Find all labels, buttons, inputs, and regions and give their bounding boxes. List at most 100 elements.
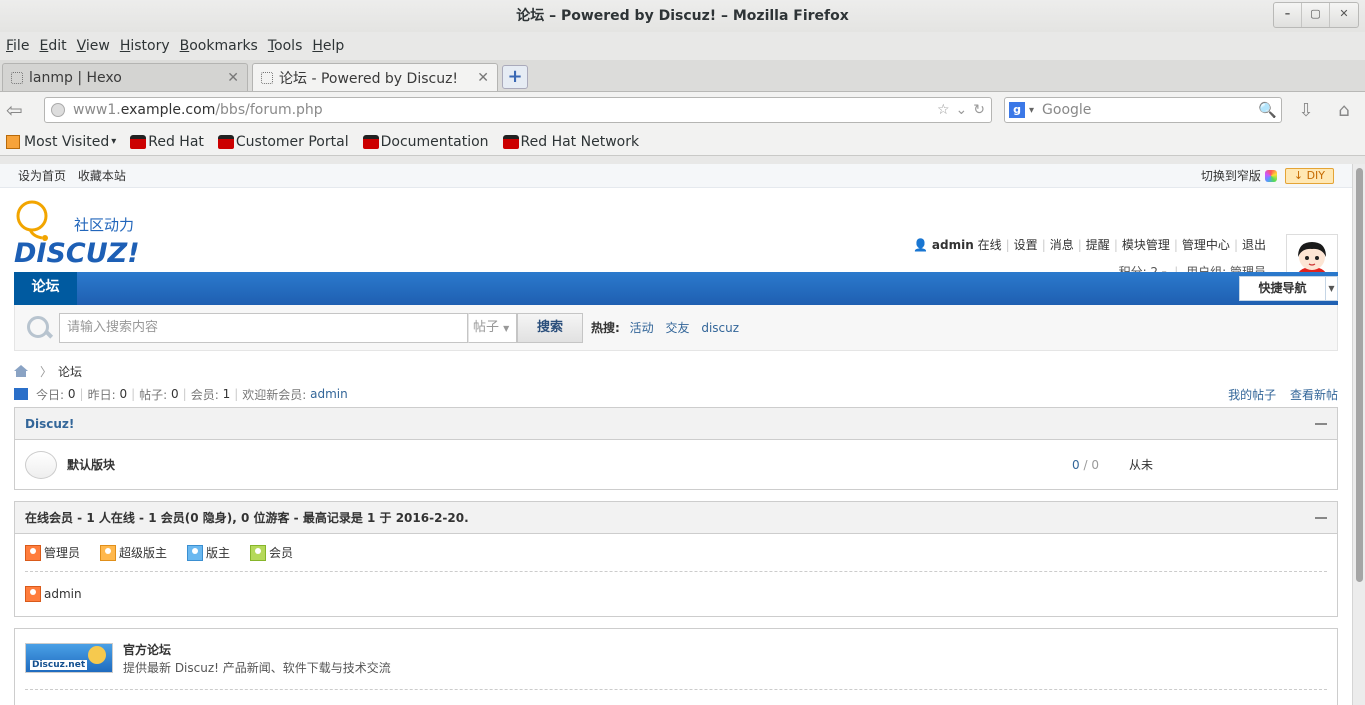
color-theme-icon[interactable] <box>1264 169 1277 182</box>
collapse-icon[interactable] <box>1315 516 1327 519</box>
home-icon[interactable] <box>14 365 28 377</box>
super-moderator-icon <box>100 544 117 561</box>
hot-searches: 热搜: 活动 交友 discuz <box>591 319 747 336</box>
bookmark-red-hat-network[interactable]: Red Hat Network <box>502 134 639 150</box>
online-member-list: admin <box>15 572 1337 616</box>
discuz-net-logo[interactable]: Discuz.net <box>25 643 113 673</box>
hot-term-link[interactable]: discuz <box>701 321 739 335</box>
menu-history[interactable]: History <box>120 38 170 54</box>
notifications-link[interactable]: 提醒 <box>1086 238 1110 252</box>
search-placeholder: Google <box>1042 102 1092 118</box>
window-titlebar: 论坛 – Powered by Discuz! – Mozilla Firefo… <box>0 0 1365 32</box>
logo-tagline: 社区动力 <box>74 216 134 234</box>
back-arrow-icon[interactable]: ⇦ <box>6 98 34 122</box>
newest-member-link[interactable]: admin <box>310 387 348 401</box>
discuz-logo[interactable]: 社区动力 DISCUZ! <box>14 200 154 269</box>
url-text[interactable]: www1.example.com/bbs/forum.php <box>73 102 931 118</box>
category-title[interactable]: Discuz! <box>25 417 74 431</box>
breadcrumb-current[interactable]: 论坛 <box>58 363 82 380</box>
close-tab-icon[interactable]: ✕ <box>227 70 239 86</box>
hot-label: 热搜: <box>591 321 620 335</box>
admin-center-link[interactable]: 管理中心 <box>1182 238 1230 252</box>
home-icon[interactable]: ⌂ <box>1330 100 1358 121</box>
top-links-bar: 设为首页 收藏本站 切换到窄版 ↓ DIY <box>0 164 1352 188</box>
search-type-select[interactable]: 帖子 ▼ <box>468 312 517 343</box>
menu-bookmarks[interactable]: Bookmarks <box>180 38 258 54</box>
navigation-toolbar: ⇦ www1.example.com/bbs/forum.php ☆ ⌄ ↻ g… <box>0 92 1365 128</box>
chevron-down-icon: ▼ <box>1328 284 1335 293</box>
menu-help[interactable]: Help <box>312 38 344 54</box>
search-input[interactable]: 请输入搜索内容 <box>59 312 468 343</box>
logo-brand: DISCUZ! <box>14 238 140 266</box>
search-button[interactable]: 搜索 <box>517 312 583 343</box>
nav-forum-tab[interactable]: 论坛 <box>14 272 77 305</box>
menu-tools[interactable]: Tools <box>268 38 303 54</box>
reload-icon[interactable]: ↻ <box>973 102 985 118</box>
bookmark-site-link[interactable]: 收藏本站 <box>78 169 126 183</box>
search-icon[interactable]: 🔍 <box>1258 101 1277 119</box>
close-window-button[interactable]: ✕ <box>1330 3 1358 27</box>
menu-edit[interactable]: Edit <box>39 38 66 54</box>
set-homepage-link[interactable]: 设为首页 <box>18 169 66 183</box>
page-viewport: 设为首页 收藏本站 切换到窄版 ↓ DIY 社区动力 DISCUZ! 👤 adm… <box>0 164 1352 705</box>
online-member-link[interactable]: admin <box>44 587 82 601</box>
admin-user-icon <box>25 586 41 602</box>
tab-hexo[interactable]: lanmp | Hexo ✕ <box>2 63 248 91</box>
forum-last-post: 从未 <box>1129 458 1154 472</box>
engine-dropdown-icon[interactable]: ▾ <box>1029 105 1034 116</box>
search-icon <box>25 314 53 342</box>
online-members-box: 在线会员 - 1 人在线 - 1 会员(0 隐身), 0 位游客 - 最高记录是… <box>14 501 1338 617</box>
settings-link[interactable]: 设置 <box>1014 238 1038 252</box>
page-favicon-icon <box>261 71 273 84</box>
username-link[interactable]: admin <box>932 238 974 252</box>
dropdown-arrow-icon[interactable]: ⌄ <box>956 102 968 118</box>
diy-button[interactable]: ↓ DIY <box>1284 167 1334 184</box>
forum-status-icon <box>25 450 57 479</box>
quick-nav-button[interactable]: 快捷导航 ▼ <box>1239 276 1338 301</box>
logout-link[interactable]: 退出 <box>1242 238 1266 252</box>
messages-link[interactable]: 消息 <box>1050 238 1074 252</box>
collapse-icon[interactable] <box>1315 422 1327 425</box>
member-icon <box>250 544 267 561</box>
menu-file[interactable]: File <box>6 38 29 54</box>
chevron-down-icon: ▾ <box>111 136 117 147</box>
page-scrollbar[interactable] <box>1352 164 1365 705</box>
maximize-button[interactable]: ▢ <box>1302 3 1330 27</box>
divider <box>25 689 1327 690</box>
bookmark-red-hat[interactable]: Red Hat <box>130 134 204 150</box>
my-posts-link[interactable]: 我的帖子 <box>1228 388 1276 402</box>
module-management-link[interactable]: 模块管理 <box>1122 238 1170 252</box>
new-tab-button[interactable]: + <box>502 65 528 89</box>
menu-bar: File Edit View History Bookmarks Tools H… <box>0 32 1365 60</box>
link-name[interactable]: 官方论坛 <box>123 641 171 658</box>
tab-title: lanmp | Hexo <box>29 69 122 86</box>
bookmark-documentation[interactable]: Documentation <box>362 134 489 150</box>
minimize-button[interactable]: – <box>1274 3 1302 27</box>
breadcrumb: 〉 论坛 <box>14 361 1338 381</box>
user-icon: 👤 <box>913 238 929 252</box>
bookmark-star-icon[interactable]: ☆ <box>937 102 950 118</box>
online-header: 在线会员 - 1 人在线 - 1 会员(0 隐身), 0 位游客 - 最高记录是… <box>15 502 1337 534</box>
downloads-icon[interactable]: ⇩ <box>1292 100 1320 121</box>
scrollbar-thumb[interactable] <box>1356 168 1363 582</box>
tab-discuz[interactable]: 论坛 - Powered by Discuz! ✕ <box>252 63 498 91</box>
forum-name-link[interactable]: 默认版块 <box>67 456 115 473</box>
web-search-box[interactable]: g ▾ Google 🔍 <box>1004 97 1282 123</box>
member-legend: 管理员 超级版主 版主 会员 <box>25 534 1327 572</box>
switch-width-link[interactable]: 切换到窄版 <box>1201 167 1261 184</box>
hot-term-link[interactable]: 活动 <box>630 321 654 335</box>
url-bar[interactable]: www1.example.com/bbs/forum.php ☆ ⌄ ↻ <box>44 97 992 123</box>
menu-view[interactable]: View <box>77 38 110 54</box>
bookmark-most-visited[interactable]: Most Visited ▾ <box>6 134 116 150</box>
google-engine-icon[interactable]: g <box>1009 102 1025 118</box>
online-status[interactable]: 在线 <box>978 238 1002 252</box>
hot-term-link[interactable]: 交友 <box>665 321 689 335</box>
breadcrumb-separator-icon: 〉 <box>40 364 53 379</box>
bookmark-customer-portal[interactable]: Customer Portal <box>217 134 349 150</box>
close-tab-icon[interactable]: ✕ <box>477 70 489 86</box>
most-visited-icon <box>6 134 20 149</box>
new-posts-link[interactable]: 查看新帖 <box>1290 388 1338 402</box>
friend-links-box: Discuz.net 官方论坛 提供最新 Discuz! 产品新闻、软件下载与技… <box>14 628 1338 705</box>
stats-chart-icon <box>14 388 28 400</box>
forum-row: 默认版块 0 / 0 从未 <box>15 440 1337 489</box>
